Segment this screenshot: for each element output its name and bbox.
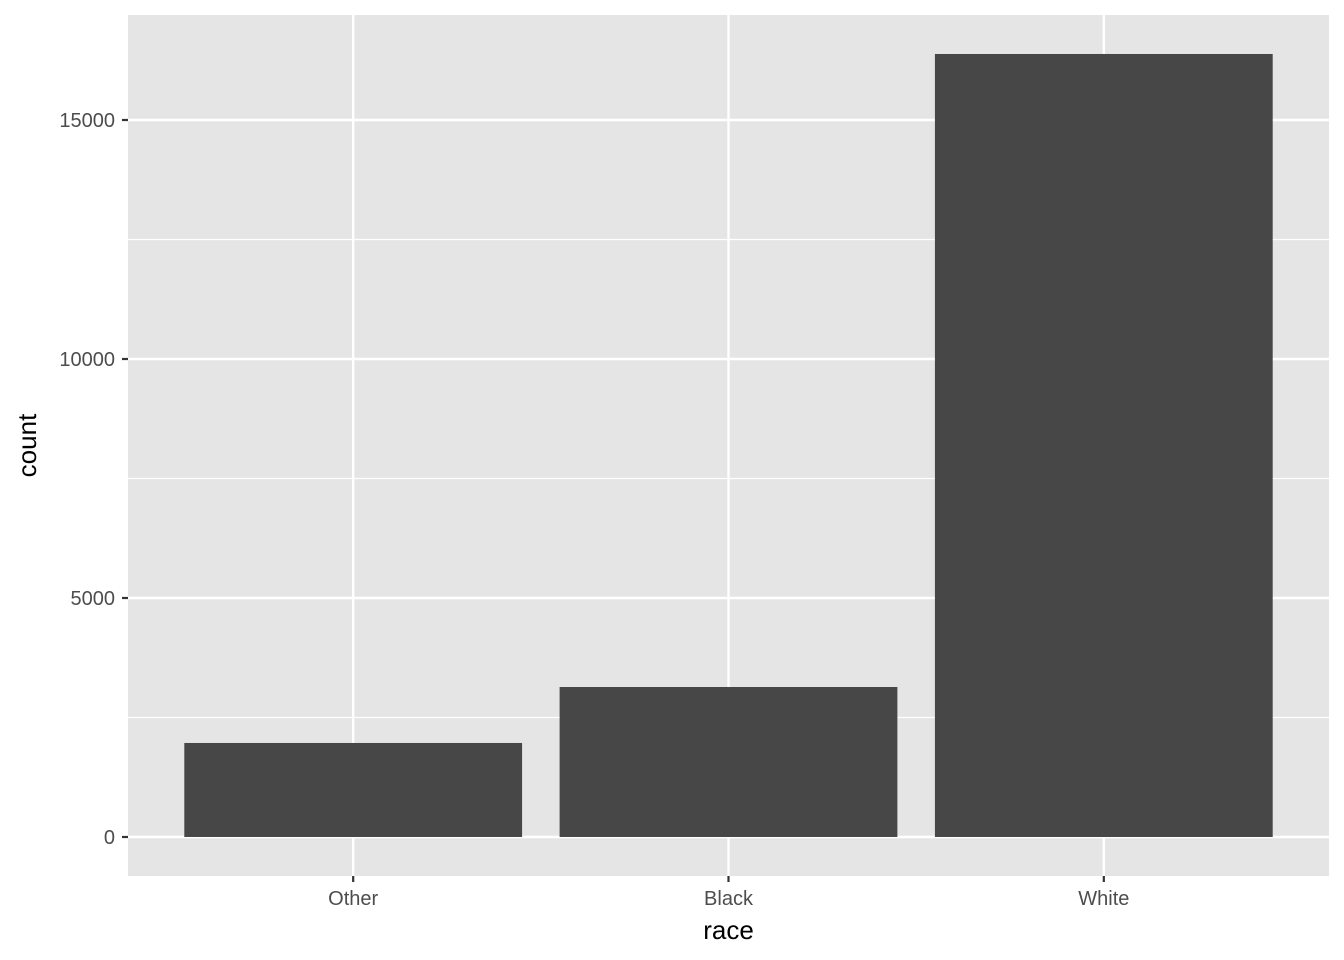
y-axis-title: count: [12, 413, 42, 477]
bar-white: [934, 53, 1273, 837]
y-tick-label: 0: [104, 827, 115, 849]
x-tick-label: White: [1078, 888, 1129, 910]
x-axis: Other Black White: [328, 876, 1129, 910]
bar-black: [559, 687, 898, 837]
y-tick-label: 10000: [59, 349, 115, 371]
bar-other: [184, 742, 523, 837]
x-tick-label: Other: [328, 888, 378, 910]
x-tick-label: Black: [704, 888, 754, 910]
x-axis-title: race: [703, 915, 754, 945]
y-tick-label: 15000: [59, 110, 115, 132]
y-tick-label: 5000: [71, 588, 116, 610]
bar-chart: 0 5000 10000 15000 Other Black White race cou…: [12, 15, 1329, 945]
y-axis: 0 5000 10000 15000: [59, 110, 128, 849]
